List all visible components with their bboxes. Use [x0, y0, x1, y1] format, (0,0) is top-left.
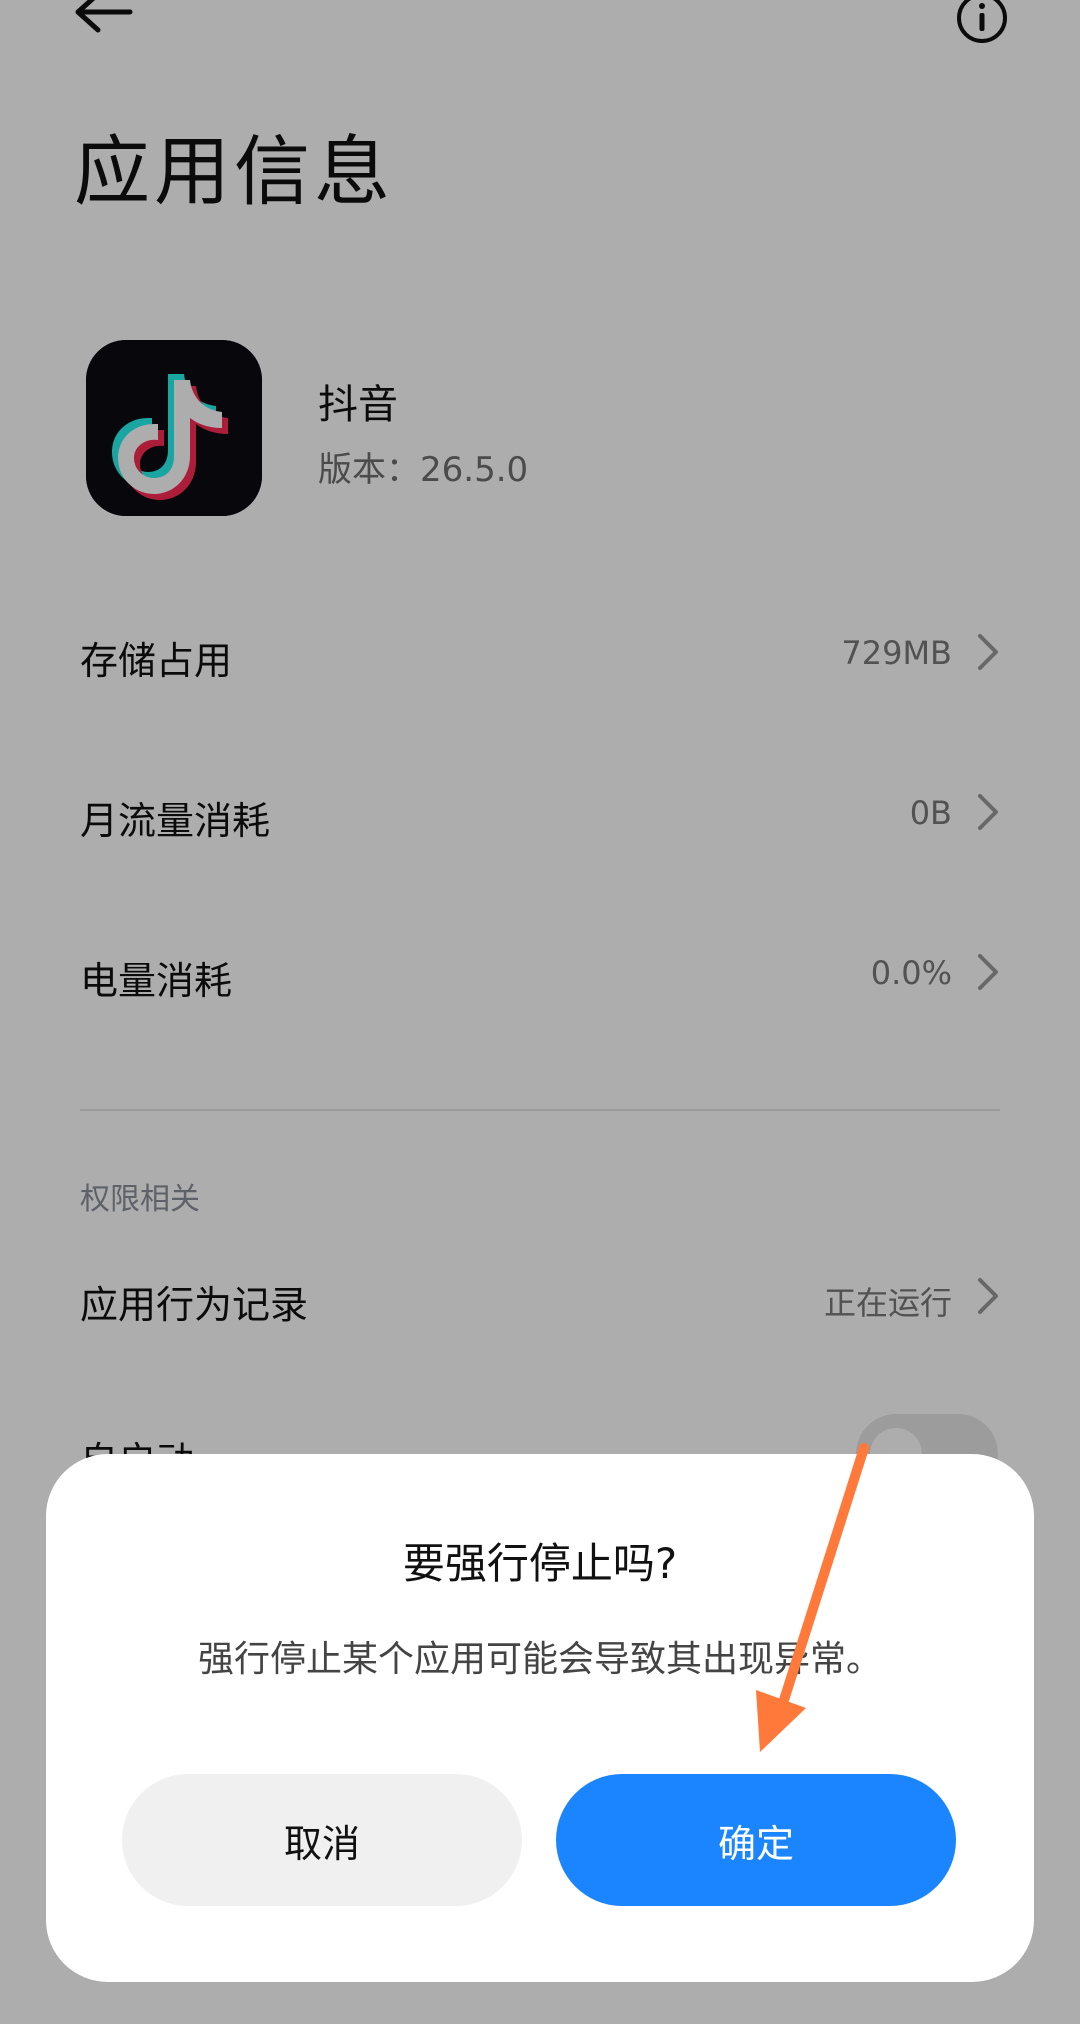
dialog-title: 要强行停止吗? — [402, 1539, 678, 1588]
confirm-button[interactable]: 确定 — [556, 1774, 956, 1906]
cancel-button[interactable]: 取消 — [122, 1774, 522, 1906]
force-stop-dialog: 要强行停止吗? 强行停止某个应用可能会导致其出现异常。 取消 确定 — [46, 1454, 1034, 1982]
dialog-message: 强行停止某个应用可能会导致其出现异常。 — [197, 1639, 882, 1680]
